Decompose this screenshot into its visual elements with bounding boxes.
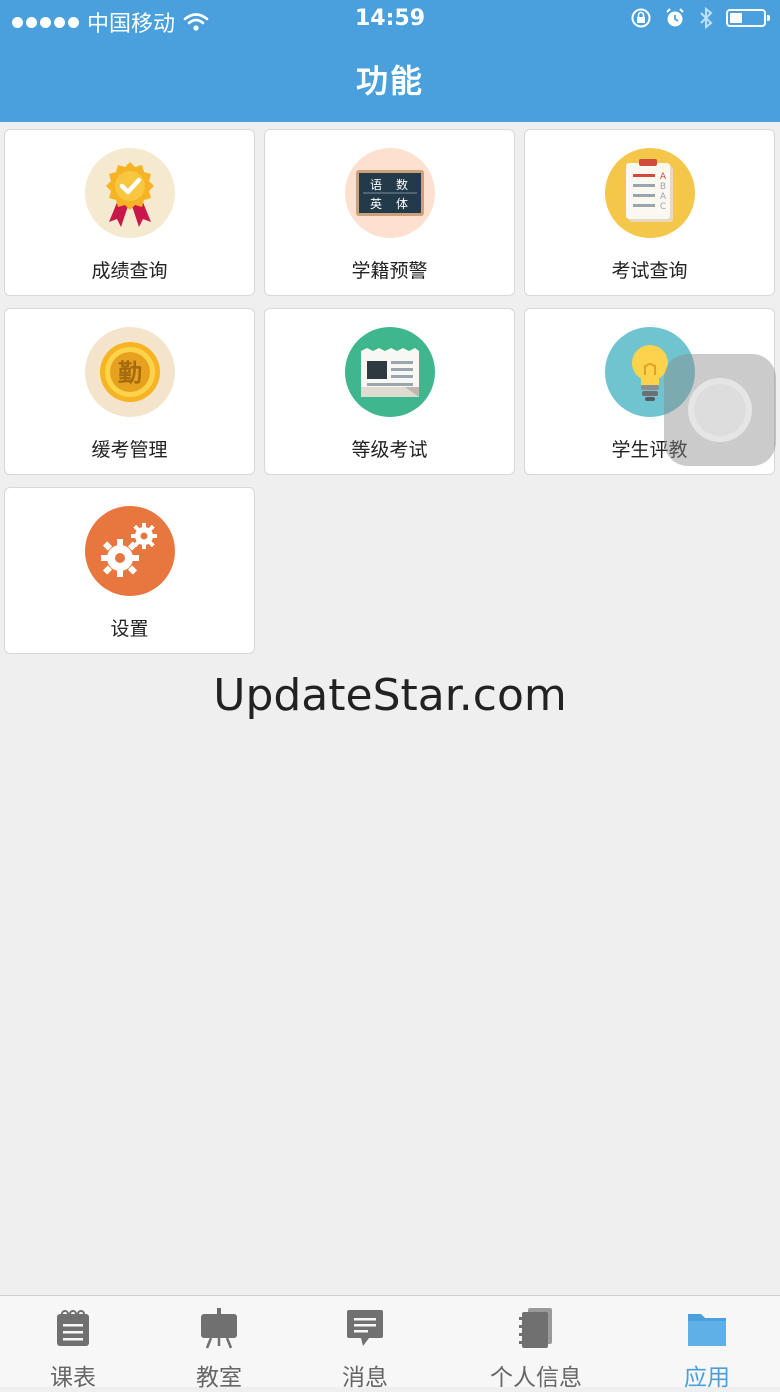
- board-char-2: 数: [396, 177, 408, 192]
- classroom-icon: [201, 1308, 237, 1349]
- rotation-lock-icon: [631, 8, 651, 28]
- blackboard-icon: 语 数 英 体: [345, 148, 435, 238]
- assistive-touch-icon: [688, 378, 752, 442]
- exam-paper-icon: A B A C: [605, 148, 695, 238]
- tile-label: 学籍预警: [351, 260, 428, 282]
- bluetooth-icon: [700, 6, 713, 30]
- tile-grade-query[interactable]: 成绩查询: [4, 129, 255, 296]
- tile-label: 缓考管理: [91, 439, 168, 461]
- tile-exam-query[interactable]: A B A C 考试查询: [524, 129, 775, 296]
- tile-label: 设置: [110, 618, 149, 640]
- medal-icon: [85, 148, 175, 238]
- paper-mark-2: B: [660, 182, 666, 192]
- board-char-3: 英: [370, 197, 382, 211]
- bottom-tab-bar: 课表 教室 消息 个人信息 应用: [0, 1295, 780, 1391]
- watermark-text: UpdateStar.com: [213, 670, 567, 721]
- status-bar: 中国移动 14:59: [0, 0, 780, 40]
- status-right: [630, 6, 770, 30]
- tab-apps[interactable]: 应用: [634, 1296, 780, 1391]
- message-icon: [347, 1310, 383, 1346]
- tab-messages[interactable]: 消息: [292, 1296, 438, 1391]
- paper-mark-4: C: [660, 202, 666, 212]
- tab-classroom[interactable]: 教室: [146, 1296, 292, 1391]
- folder-icon: [688, 1314, 726, 1346]
- tile-label: 成绩查询: [91, 260, 168, 282]
- alarm-icon: [666, 8, 684, 27]
- tile-enrollment-warning[interactable]: 语 数 英 体 学籍预警: [264, 129, 515, 296]
- paper-mark-1: A: [660, 172, 667, 182]
- tile-deferred-exam[interactable]: 勤 缓考管理: [4, 308, 255, 475]
- app-header: 中国移动 14:59 功能: [0, 0, 780, 122]
- gears-icon: [85, 506, 175, 596]
- board-char-4: 体: [396, 197, 408, 211]
- tab-schedule[interactable]: 课表: [0, 1296, 146, 1391]
- tile-settings[interactable]: 设置: [4, 487, 255, 654]
- assistive-touch-button[interactable]: [664, 354, 776, 466]
- board-char-1: 语: [370, 178, 382, 192]
- tile-level-exam[interactable]: 等级考试: [264, 308, 515, 475]
- tab-personal-info[interactable]: 个人信息: [438, 1296, 634, 1391]
- battery-icon: [726, 9, 770, 27]
- page-title: 功能: [355, 62, 424, 100]
- tile-label: 等级考试: [351, 439, 428, 461]
- coin-icon: 勤: [85, 327, 175, 417]
- coin-char: 勤: [118, 359, 142, 387]
- paper-mark-3: A: [660, 192, 667, 202]
- contacts-icon: [519, 1308, 552, 1348]
- schedule-icon: [57, 1310, 89, 1346]
- newspaper-icon: [345, 327, 435, 417]
- tile-label: 考试查询: [611, 260, 688, 282]
